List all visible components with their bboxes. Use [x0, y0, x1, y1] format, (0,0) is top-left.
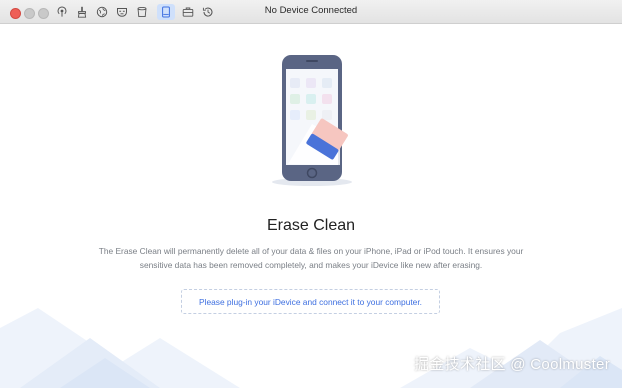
app-window: No Device Connected Erase Clean The Eras… — [0, 0, 622, 388]
mask-icon[interactable] — [114, 4, 130, 20]
podcast-icon[interactable] — [54, 4, 70, 20]
title-bar: No Device Connected — [0, 0, 622, 24]
history-icon[interactable] — [200, 4, 216, 20]
briefcase-icon[interactable] — [180, 4, 196, 20]
phone-eraser-illustration — [272, 55, 352, 186]
trash-icon[interactable] — [134, 4, 150, 20]
close-window-button[interactable] — [10, 8, 21, 19]
description-text: The Erase Clean will permanently delete … — [98, 246, 524, 270]
main-content: Erase Clean The Erase Clean will permane… — [0, 24, 622, 388]
watermark: 掘金技术社区 @ Coolmuster — [414, 356, 610, 373]
tablet-icon[interactable] — [157, 4, 175, 20]
minimize-window-button[interactable] — [24, 8, 35, 19]
plug-in-prompt-text: Please plug-in your iDevice and connect … — [199, 296, 422, 307]
maximize-window-button[interactable] — [38, 8, 49, 19]
globe-icon[interactable] — [94, 4, 110, 20]
page-heading: Erase Clean — [266, 217, 356, 234]
broom-icon[interactable] — [74, 4, 90, 20]
plug-in-prompt: Please plug-in your iDevice and connect … — [181, 289, 440, 314]
